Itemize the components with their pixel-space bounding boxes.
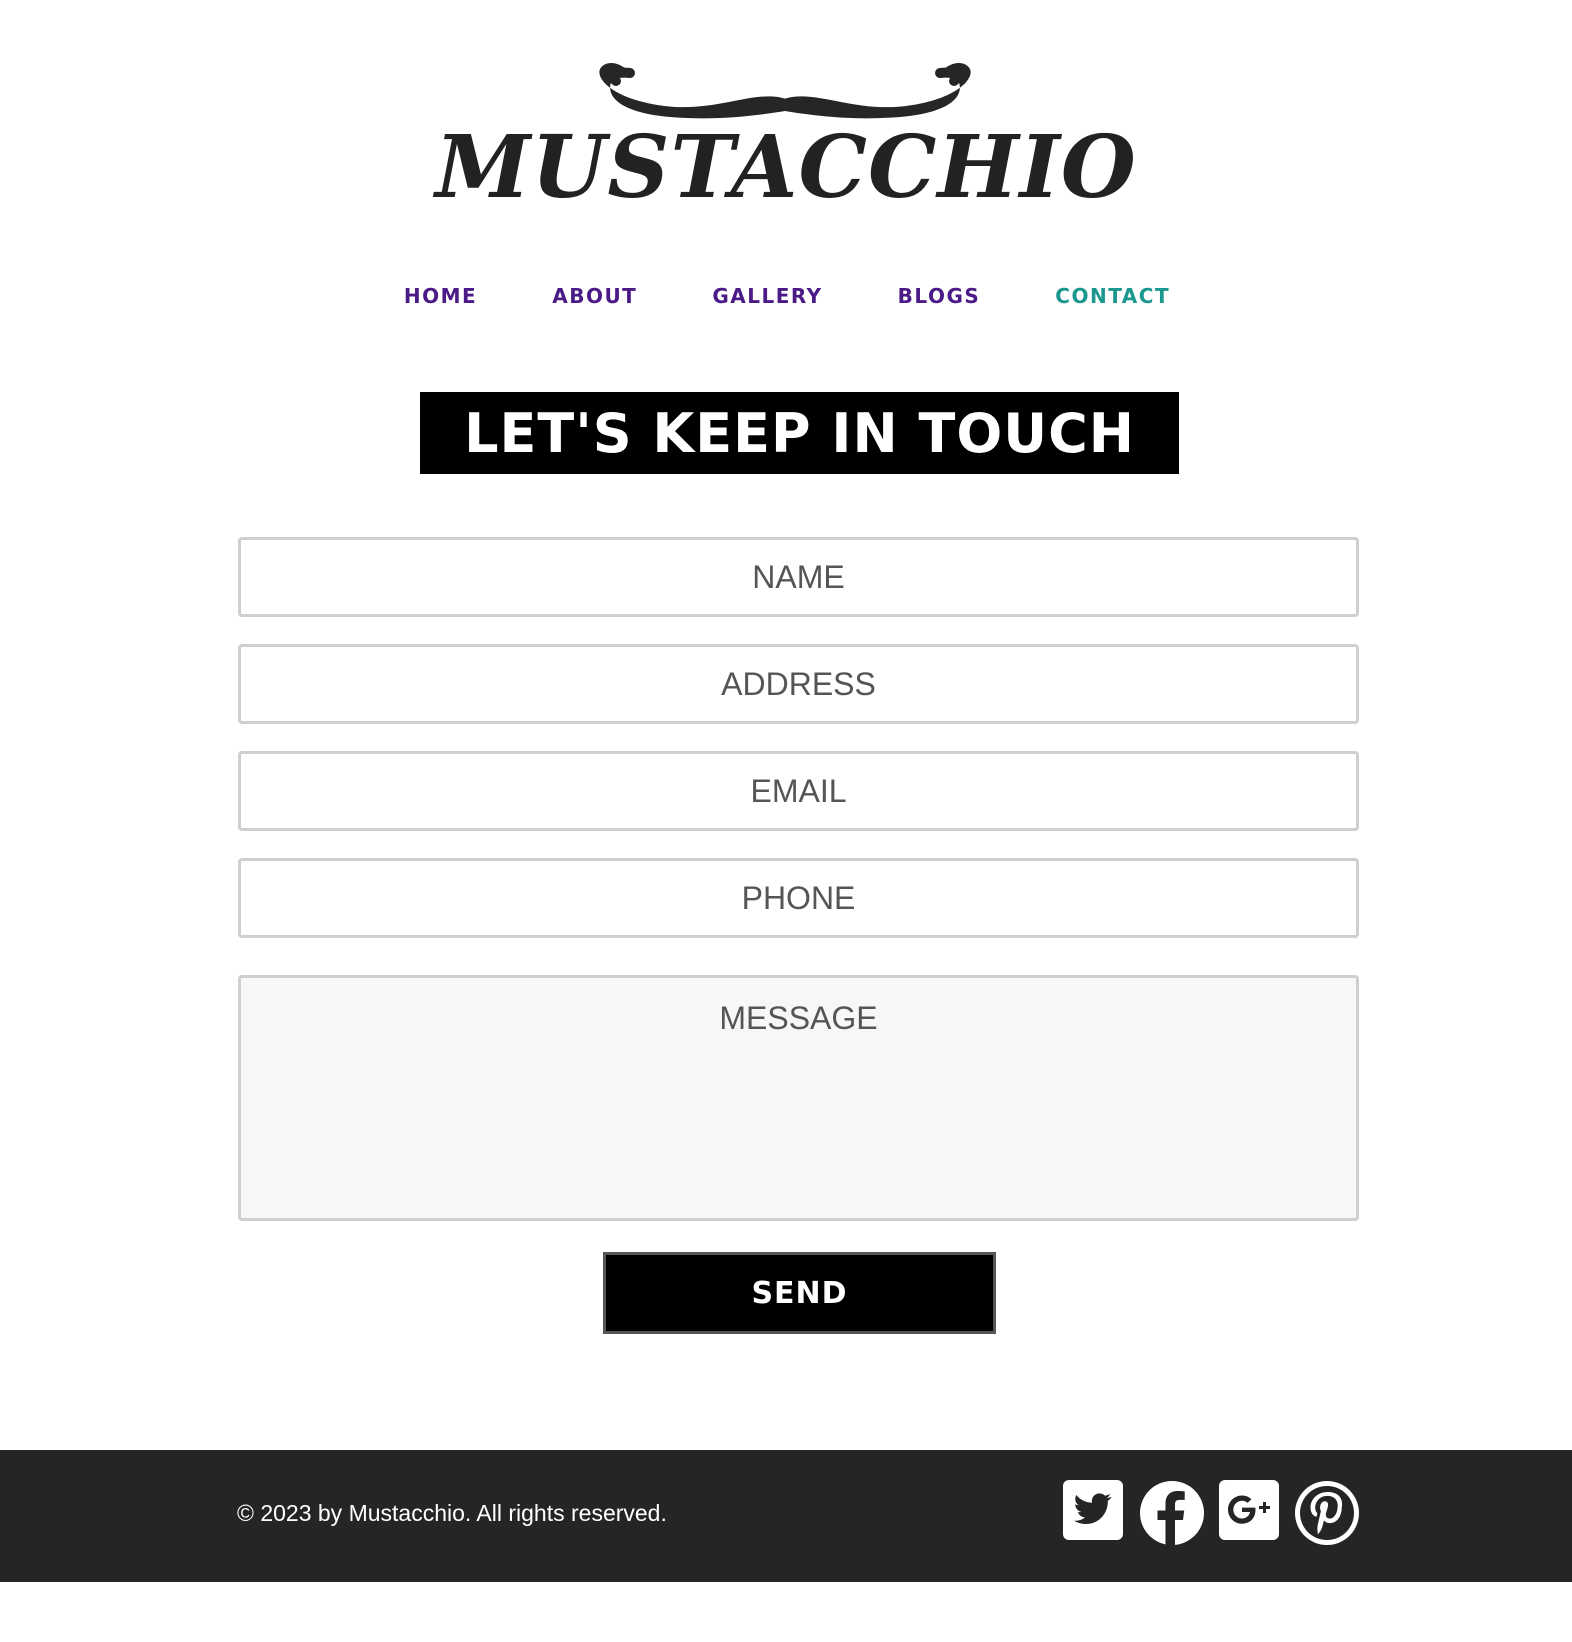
copyright-text: © 2023 by Mustacchio. All rights reserve… [237, 1500, 667, 1526]
phone-field-wrapper [238, 858, 1359, 938]
site-logo[interactable]: MUSTACCHIO [0, 0, 1572, 230]
nav-about[interactable]: ABOUT [550, 278, 637, 314]
nav-blogs[interactable]: BLOGS [896, 278, 981, 314]
logo-wordmark: MUSTACCHIO [435, 117, 1137, 218]
address-input[interactable] [241, 647, 1356, 721]
message-field-wrapper [238, 975, 1359, 1221]
mustache-icon [599, 63, 971, 119]
email-field-wrapper [238, 751, 1359, 831]
name-field-wrapper [238, 537, 1359, 617]
email-input[interactable] [241, 754, 1356, 828]
main-nav: HOME ABOUT GALLERY BLOGS CONTACT [0, 278, 1572, 314]
site-footer: © 2023 by Mustacchio. All rights reserve… [0, 1450, 1572, 1582]
address-field-wrapper [238, 644, 1359, 724]
twitter-icon[interactable] [1063, 1480, 1129, 1546]
send-button[interactable]: SEND [603, 1252, 996, 1334]
google-plus-icon[interactable] [1219, 1480, 1285, 1546]
page-title: LET'S KEEP IN TOUCH [420, 392, 1179, 474]
nav-contact[interactable]: CONTACT [1053, 278, 1170, 314]
facebook-icon[interactable] [1139, 1480, 1205, 1546]
name-input[interactable] [241, 540, 1356, 614]
message-textarea[interactable] [241, 978, 1356, 1218]
nav-gallery[interactable]: GALLERY [710, 278, 822, 314]
phone-input[interactable] [241, 861, 1356, 935]
nav-home[interactable]: HOME [402, 278, 477, 314]
pinterest-icon[interactable] [1294, 1480, 1360, 1546]
